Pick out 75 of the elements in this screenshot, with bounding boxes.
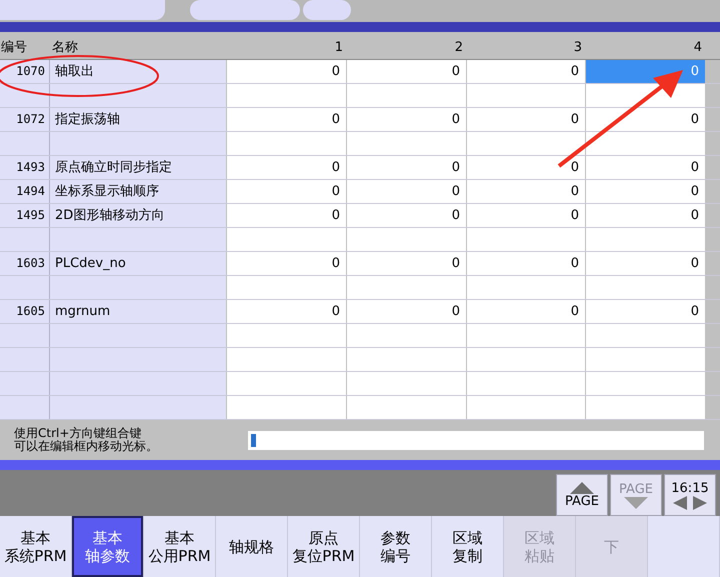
table-cell (0, 324, 50, 347)
param-name: 指定振荡轴 (50, 108, 226, 131)
table-cell (0, 276, 50, 299)
value-cell[interactable]: 0 (226, 180, 346, 203)
value-cell[interactable]: 0 (346, 252, 466, 275)
softkey-button[interactable]: 区域 复制 (432, 516, 503, 577)
text-cursor (251, 434, 256, 446)
value-cell[interactable]: 0 (226, 60, 346, 83)
table-cell (0, 228, 50, 251)
value-cell[interactable]: 0 (585, 156, 705, 179)
softkey-button[interactable]: 基本 系统PRM (0, 516, 71, 577)
param-name: PLCdev_no (50, 252, 226, 275)
value-cell[interactable]: 0 (226, 252, 346, 275)
top-tab[interactable] (190, 0, 300, 20)
value-cell[interactable]: 0 (585, 204, 705, 227)
down-triangle-icon (624, 496, 648, 508)
value-cell[interactable]: 0 (585, 252, 705, 275)
value-cell[interactable]: 0 (466, 204, 585, 227)
value-cell[interactable]: 0 (226, 156, 346, 179)
table-cell (0, 132, 50, 155)
column-header: 4 (692, 38, 703, 56)
param-name: mgrnum (50, 300, 226, 323)
table-cell (0, 372, 50, 395)
page-button[interactable]: PAGE (556, 474, 608, 516)
column-header: 编号 (0, 38, 28, 56)
table-cell (0, 84, 50, 107)
softkey-button[interactable]: 轴规格 (216, 516, 287, 577)
param-name: 坐标系显示轴顺序 (50, 180, 226, 203)
softkey-button[interactable]: 参数 编号 (360, 516, 431, 577)
table-cell (0, 396, 50, 419)
column-header: 3 (572, 38, 583, 56)
value-cell[interactable]: 0 (226, 108, 346, 131)
value-cell[interactable]: 0 (585, 300, 705, 323)
value-cell[interactable]: 0 (585, 108, 705, 131)
param-number: 1605 (0, 300, 50, 323)
param-number: 1072 (0, 108, 50, 131)
value-cell[interactable]: 0 (466, 156, 585, 179)
column-header: 名称 (51, 38, 79, 56)
value-cell[interactable]: 0 (346, 180, 466, 203)
clock-button[interactable]: 16:15 (664, 474, 716, 516)
column-header: 2 (454, 38, 464, 56)
table-cell (0, 348, 50, 371)
value-cell[interactable]: 0 (346, 108, 466, 131)
value-cell[interactable]: 0 (466, 60, 585, 83)
param-name: 轴取出 (50, 60, 226, 83)
softkey-button[interactable] (648, 516, 719, 577)
param-name: 原点确立时同步指定 (50, 156, 226, 179)
value-cell[interactable]: 0 (346, 300, 466, 323)
hint-text: 使用Ctrl+方向键组合键 (14, 427, 142, 440)
param-number: 1493 (0, 156, 50, 179)
value-cell[interactable]: 0 (346, 204, 466, 227)
value-cell[interactable]: 0 (226, 300, 346, 323)
value-cell[interactable]: 0 (466, 108, 585, 131)
value-cell[interactable]: 0 (226, 204, 346, 227)
softkey-button[interactable]: 原点 复位PRM (288, 516, 359, 577)
value-cell[interactable]: 0 (346, 60, 466, 83)
param-number: 1494 (0, 180, 50, 203)
top-tab[interactable] (303, 0, 351, 20)
up-triangle-icon (570, 482, 594, 494)
top-tab[interactable] (0, 0, 165, 20)
hint-text: 可以在编辑框内移动光标。 (14, 440, 159, 453)
value-cell[interactable]: 0 (466, 180, 585, 203)
param-name: 2D图形轴移动方向 (50, 204, 226, 227)
input-field[interactable] (248, 430, 704, 450)
value-cell[interactable]: 0 (346, 156, 466, 179)
param-number: 1495 (0, 204, 50, 227)
softkey-button[interactable]: 基本 轴参数 (72, 516, 143, 577)
param-number: 1070 (0, 60, 50, 83)
value-cell[interactable]: 0 (466, 252, 585, 275)
param-number: 1603 (0, 252, 50, 275)
value-cell[interactable]: 0 (585, 180, 705, 203)
column-header: 1 (334, 38, 344, 56)
value-cell[interactable]: 0 (466, 300, 585, 323)
softkey-button[interactable]: 基本 公用PRM (144, 516, 215, 577)
left-right-arrows-icon (673, 496, 707, 510)
